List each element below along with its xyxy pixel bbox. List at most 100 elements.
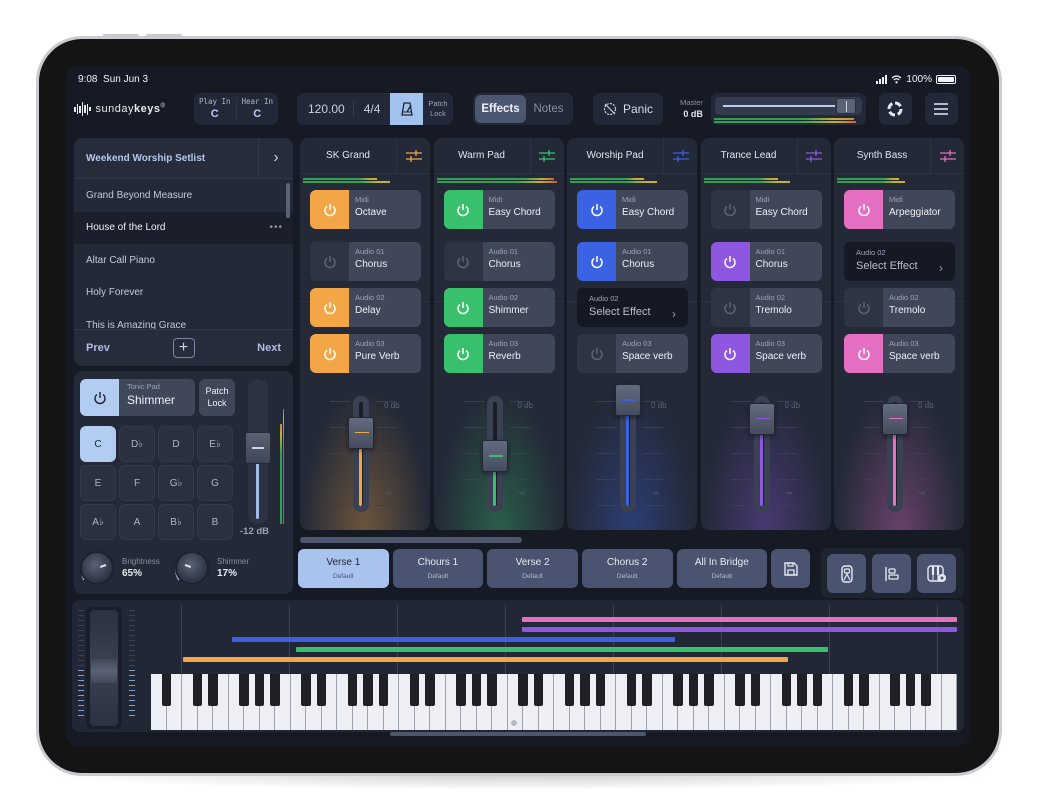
channel-settings-button[interactable] [663, 138, 697, 173]
time-signature[interactable]: 4/4 [354, 102, 391, 116]
black-key[interactable] [626, 674, 637, 706]
tab-effects[interactable]: Effects [475, 95, 526, 123]
effect-slot[interactable]: Audio 01 Chorus [710, 242, 822, 281]
save-scene-button[interactable] [771, 549, 810, 588]
effect-slot[interactable]: Audio 01 Chorus [443, 242, 555, 281]
scene-button[interactable]: Verse 1 Default [298, 549, 389, 588]
menu-button[interactable] [924, 93, 958, 125]
black-key[interactable] [781, 674, 792, 706]
effect-slot[interactable]: Midi Easy Chord [710, 190, 822, 229]
effect-slot[interactable]: Audio 02 Delay [310, 288, 421, 327]
tonic-volume-fader[interactable] [245, 379, 271, 524]
black-key[interactable] [580, 674, 590, 706]
key-zone-bar[interactable] [231, 637, 675, 642]
effect-slot[interactable]: Audio 01 Chorus [577, 242, 688, 281]
effect-power-toggle[interactable] [443, 334, 483, 373]
effect-power-toggle[interactable] [844, 288, 883, 327]
channel-settings-button[interactable] [529, 138, 564, 173]
key-button[interactable]: E♭ [197, 426, 233, 462]
key-zone-bar[interactable] [296, 647, 829, 652]
piano-keyboard[interactable] [151, 674, 957, 730]
tempo-value[interactable]: 120.00 [297, 101, 354, 117]
master-slider-handle[interactable] [835, 98, 856, 114]
keyboard-settings-button[interactable] [917, 554, 956, 593]
tonic-patch-lock-button[interactable]: Patch Lock [199, 379, 235, 416]
effect-power-toggle[interactable] [310, 190, 349, 229]
black-key[interactable] [642, 674, 652, 706]
scene-button[interactable]: Chours 1 Default [392, 549, 484, 588]
effect-power-toggle[interactable] [310, 242, 349, 281]
effect-slot[interactable]: Midi Easy Chord [577, 190, 688, 229]
black-key[interactable] [750, 674, 761, 706]
effect-power-toggle[interactable] [310, 334, 349, 373]
key-button[interactable]: G [197, 465, 233, 501]
pedal-button[interactable] [827, 554, 866, 593]
setlist-scrollbar[interactable] [286, 183, 290, 218]
black-key[interactable] [409, 674, 420, 706]
play-in-key[interactable]: Play In C [194, 98, 236, 120]
key-button[interactable]: E [80, 465, 116, 501]
scene-button[interactable]: Verse 2 Default [487, 549, 578, 588]
black-key[interactable] [688, 674, 699, 706]
effect-slot[interactable]: Audio 03 Pure Verb [310, 334, 421, 373]
setlist-title[interactable]: Weekend Worship Setlist [74, 153, 258, 164]
select-effect-slot[interactable]: Audio 02 Select Effect › [577, 288, 688, 327]
black-key[interactable] [239, 674, 249, 706]
channel-name[interactable]: Synth Bass [834, 150, 930, 161]
effect-power-toggle[interactable] [710, 190, 750, 229]
black-key[interactable] [471, 674, 482, 706]
channel-name[interactable]: SK Grand [300, 150, 396, 161]
channel-settings-button[interactable] [930, 138, 964, 173]
black-key[interactable] [363, 674, 373, 706]
key-selector[interactable]: Play In C Hear In C [194, 93, 278, 125]
prev-button[interactable]: Prev [86, 342, 110, 354]
effect-slot[interactable]: Midi Octave [310, 190, 421, 229]
key-zone-bar[interactable] [521, 627, 957, 632]
white-key[interactable] [941, 674, 957, 730]
fader-handle[interactable] [481, 440, 508, 473]
key-button[interactable]: D [158, 426, 194, 462]
effect-slot[interactable]: Midi Easy Chord [443, 190, 555, 229]
key-button[interactable]: A [119, 504, 155, 540]
black-key[interactable] [487, 674, 497, 706]
channel-volume-fader[interactable] [748, 396, 775, 512]
black-key[interactable] [843, 674, 854, 706]
channel-volume-fader[interactable] [882, 396, 908, 512]
black-key[interactable] [270, 674, 280, 706]
black-key[interactable] [208, 674, 218, 706]
black-key[interactable] [533, 674, 544, 706]
effect-slot[interactable]: Audio 03 Space verb [710, 334, 822, 373]
key-zone-bar[interactable] [521, 617, 957, 622]
effect-slot[interactable]: Audio 03 Reverb [443, 334, 555, 373]
fader-handle[interactable] [245, 432, 271, 464]
channel-settings-button[interactable] [796, 138, 831, 173]
black-key[interactable] [859, 674, 869, 706]
key-button[interactable]: B [197, 504, 233, 540]
channel-name[interactable]: Warm Pad [434, 150, 530, 161]
black-key[interactable] [890, 674, 900, 706]
effect-power-toggle[interactable] [844, 190, 883, 229]
setlist-item[interactable]: Grand Beyond Measure [74, 179, 293, 212]
black-key[interactable] [301, 674, 311, 706]
effect-power-toggle[interactable] [577, 190, 616, 229]
black-key[interactable] [456, 674, 466, 706]
fader-handle[interactable] [348, 416, 374, 449]
black-key[interactable] [704, 674, 714, 706]
tonic-pad-toggle[interactable]: Tonic Pad Shimmer [80, 379, 195, 416]
key-button[interactable]: F [119, 465, 155, 501]
black-key[interactable] [316, 674, 327, 706]
brightness-knob[interactable] [80, 551, 114, 585]
setlist-item[interactable]: Holy Forever [74, 277, 293, 310]
black-key[interactable] [564, 674, 575, 706]
black-key[interactable] [797, 674, 807, 706]
tab-notes[interactable]: Notes [526, 103, 571, 115]
hear-in-key[interactable]: Hear In C [235, 98, 279, 120]
more-icon[interactable]: ••• [269, 222, 283, 233]
channel-volume-fader[interactable] [348, 396, 374, 512]
key-zone-bar[interactable] [183, 657, 788, 662]
key-button[interactable]: B♭ [158, 504, 194, 540]
effect-power-toggle[interactable] [844, 334, 883, 373]
mod-wheel-handle[interactable] [91, 659, 117, 683]
scene-button[interactable]: Chorus 2 Default [581, 549, 673, 588]
setlist-item-active[interactable]: House of the Lord ••• [74, 211, 293, 244]
